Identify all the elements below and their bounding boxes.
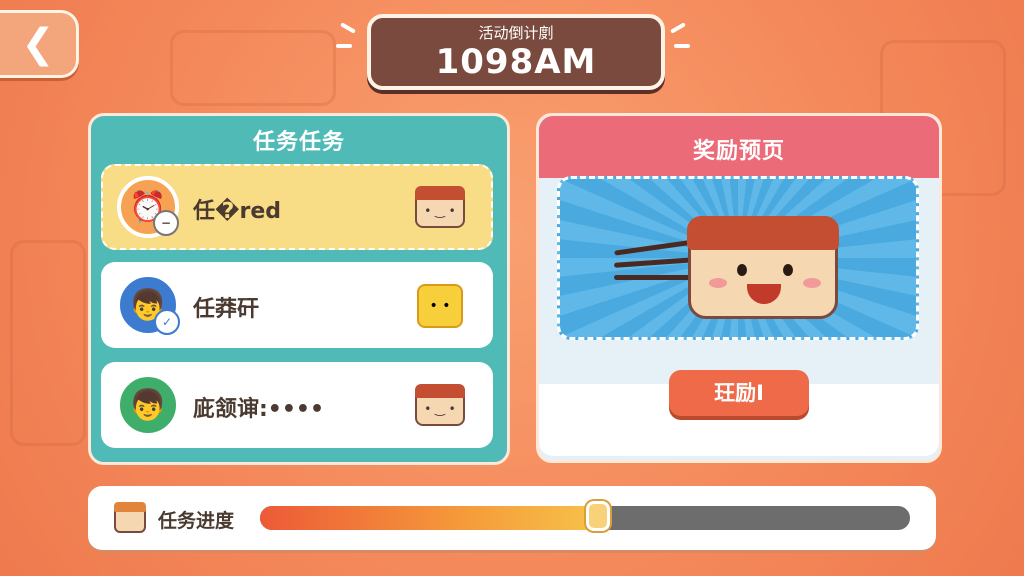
sparkle-decor — [336, 44, 352, 48]
boy-avatar: 👦 — [117, 374, 179, 436]
reward-preview-box — [557, 176, 919, 340]
check-badge-icon: ✓ — [154, 309, 180, 335]
chevron-left-icon: ❮ — [21, 21, 55, 67]
claim-reward-button[interactable]: 玨励I — [669, 370, 809, 416]
countdown-timer: 活动倒计剫 1098AM — [367, 14, 665, 90]
sparkle-decor — [670, 22, 686, 34]
sparkle-decor — [340, 22, 356, 34]
clock-icon: ⏰ − — [117, 176, 179, 238]
countdown-label: 活动倒计剫 — [478, 24, 554, 42]
task-item-name: 任�red — [193, 199, 282, 224]
minus-badge-icon: − — [153, 210, 179, 236]
task-item-name: 庛颔谉:•••• — [193, 397, 325, 422]
reward-preview-panel: 奖励预页 玨励I — [536, 113, 942, 463]
task-item[interactable]: 👦 ✓ 任莽矸 • • — [101, 262, 493, 348]
reward-panel-title: 奖励预页 — [692, 139, 785, 164]
gift-box-icon: • • — [417, 284, 463, 328]
task-item[interactable]: 👦 庛颔谉:•••• • ‿ • — [101, 362, 493, 448]
progress-knob[interactable] — [586, 501, 610, 531]
task-item-name: 任莽矸 — [193, 297, 260, 322]
progress-fill — [260, 506, 598, 530]
background-decor — [170, 30, 336, 106]
background-decor — [10, 240, 86, 446]
progress-track — [260, 506, 910, 530]
task-panel-title: 任务任务 — [252, 130, 345, 155]
food-item-icon: • ‿ • — [415, 186, 465, 228]
countdown-value: 1098AM — [435, 42, 597, 82]
food-item-icon — [114, 502, 146, 533]
food-item-icon: • ‿ • — [415, 384, 465, 426]
progress-label: 任务进度 — [158, 510, 235, 532]
back-button[interactable]: ❮ — [0, 10, 79, 78]
food-character-icon — [687, 216, 839, 319]
task-panel: 任务任务 ⏰ − 任�red • ‿ • 👦 ✓ 任莽矸 • • 👦 庛颔谉:•… — [88, 113, 510, 465]
sparkle-decor — [674, 44, 690, 48]
boy-avatar: 👦 ✓ — [117, 274, 180, 336]
task-item[interactable]: ⏰ − 任�red • ‿ • — [101, 164, 493, 250]
task-progress-panel: 任务进度 — [88, 486, 936, 550]
